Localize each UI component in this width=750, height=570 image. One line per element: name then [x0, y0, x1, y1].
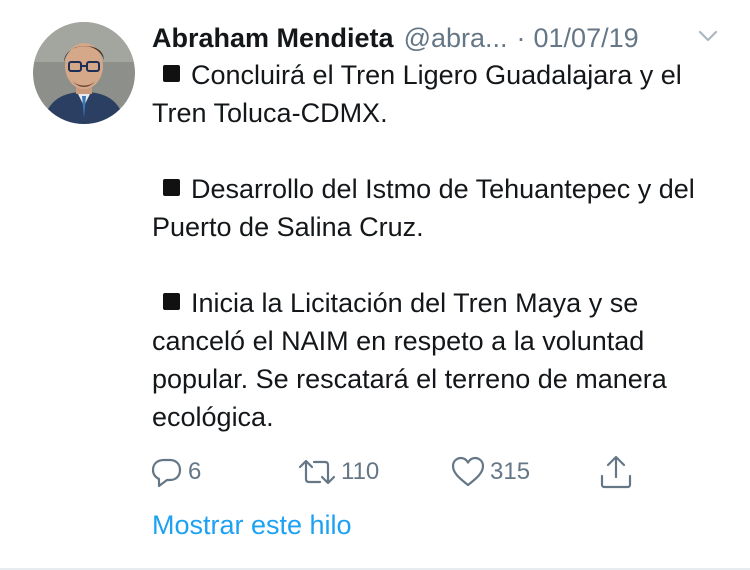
avatar[interactable]	[33, 22, 135, 124]
reply-count: 6	[188, 458, 202, 485]
tweet-text: Concluirá el Tren Ligero Guadalajara y e…	[152, 56, 732, 436]
share-button[interactable]	[598, 452, 634, 492]
tweet-date[interactable]: 01/07/19	[534, 23, 639, 54]
tweet-actions: 6 110 315	[0, 452, 750, 492]
tweet-paragraph: Desarrollo del Istmo de Tehuantepec y de…	[152, 170, 732, 246]
chevron-down-icon[interactable]	[697, 28, 719, 44]
tweet-paragraph: Concluirá el Tren Ligero Guadalajara y e…	[152, 56, 732, 132]
black-square-icon	[163, 65, 180, 82]
black-square-icon	[163, 293, 180, 310]
tweet-header: Abraham Mendieta @abra... · 01/07/19	[152, 20, 722, 56]
reply-button[interactable]: 6	[150, 452, 201, 492]
retweet-count: 110	[341, 458, 380, 485]
show-thread-link[interactable]: Mostrar este hilo	[152, 510, 352, 541]
share-icon	[600, 455, 632, 489]
tweet-paragraph: Inicia la Licitación del Tren Maya y se …	[152, 284, 732, 436]
author-handle[interactable]: @abra...	[404, 23, 508, 54]
heart-icon	[451, 456, 485, 487]
like-count: 315	[490, 458, 531, 485]
retweet-icon	[298, 459, 336, 485]
retweet-button[interactable]: 110	[297, 452, 379, 492]
tweet-paragraph-text: Desarrollo del Istmo de Tehuantepec y de…	[152, 174, 695, 242]
reply-icon	[151, 458, 182, 488]
black-square-icon	[163, 179, 180, 196]
tweet-paragraph-text: Concluirá el Tren Ligero Guadalajara y e…	[152, 60, 682, 128]
like-button[interactable]: 315	[450, 452, 530, 492]
tweet-paragraph-text: Inicia la Licitación del Tren Maya y se …	[152, 288, 667, 432]
author-name[interactable]: Abraham Mendieta	[152, 23, 394, 54]
header-separator: ·	[516, 22, 526, 53]
avatar-image	[33, 22, 135, 124]
